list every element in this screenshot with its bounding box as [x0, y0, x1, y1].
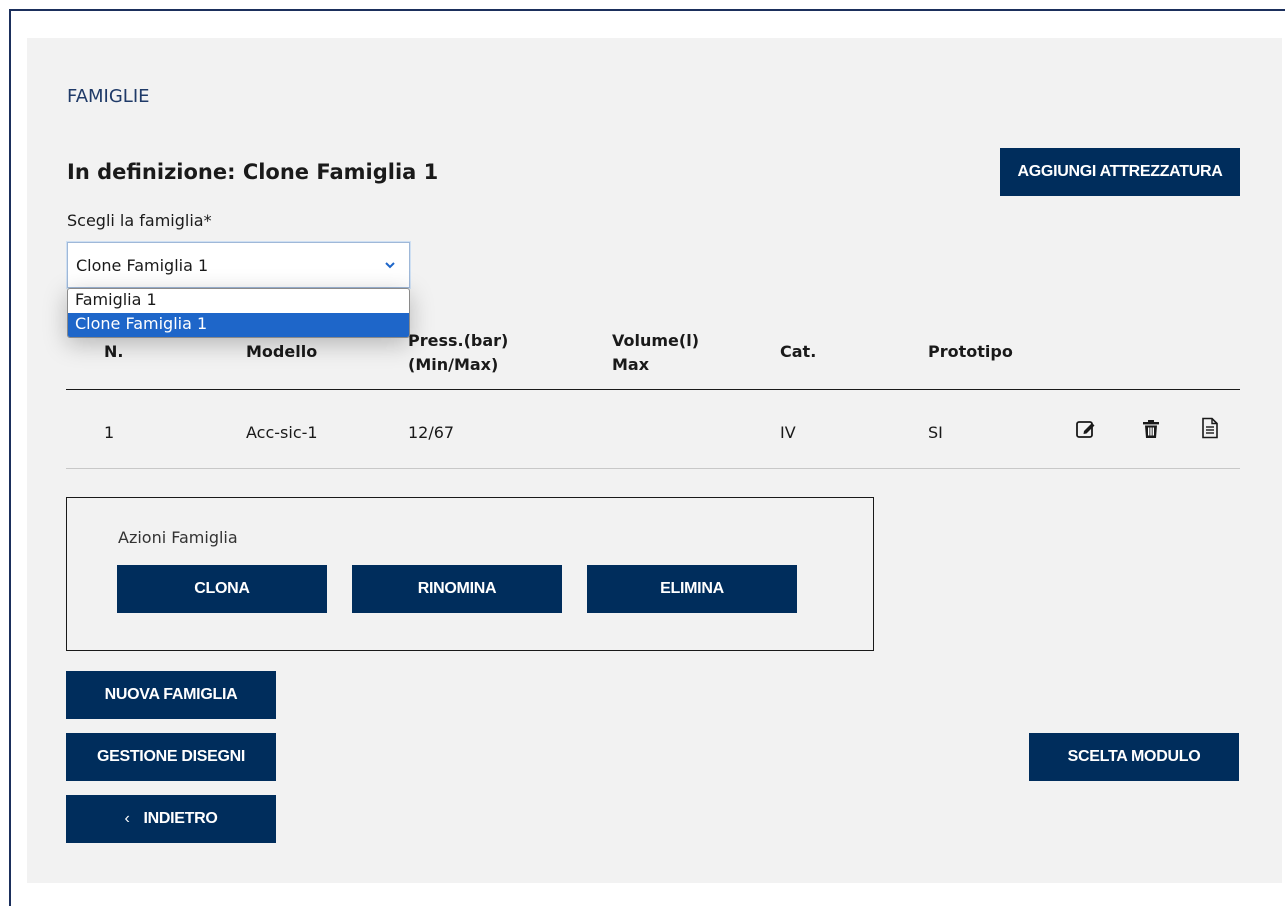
- drawings-management-button[interactable]: GESTIONE DISEGNI: [66, 733, 276, 781]
- definition-title: In definizione: Clone Famiglia 1: [67, 160, 439, 184]
- module-choice-button[interactable]: SCELTA MODULO: [1029, 733, 1239, 781]
- header-volume-line2: Max: [612, 355, 650, 374]
- cell-modello: Acc-sic-1: [246, 423, 318, 442]
- family-dropdown-list: Famiglia 1 Clone Famiglia 1: [67, 288, 410, 338]
- dropdown-option-clone-famiglia-1[interactable]: Clone Famiglia 1: [68, 313, 409, 337]
- header-modello: Modello: [246, 342, 318, 361]
- header-press-line2: (Min/Max): [408, 355, 499, 374]
- cell-press: 12/67: [408, 423, 455, 442]
- dropdown-option-famiglia-1[interactable]: Famiglia 1: [68, 289, 409, 313]
- table-header-divider: [66, 389, 1240, 390]
- edit-icon[interactable]: [1075, 418, 1097, 440]
- chevron-left-icon: ‹: [124, 810, 130, 827]
- trash-icon[interactable]: [1140, 418, 1162, 440]
- back-button-label: INDIETRO: [143, 810, 218, 827]
- family-select-label: Scegli la famiglia*: [67, 211, 212, 230]
- family-select-value: Clone Famiglia 1: [76, 255, 209, 275]
- header-n: N.: [104, 342, 124, 361]
- rename-button[interactable]: RINOMINA: [352, 565, 562, 613]
- delete-button[interactable]: ELIMINA: [587, 565, 797, 613]
- cell-cat: IV: [780, 423, 796, 442]
- document-icon[interactable]: [1199, 417, 1221, 439]
- cell-n: 1: [104, 423, 115, 442]
- section-title: FAMIGLIE: [67, 86, 150, 107]
- cell-prototipo: SI: [928, 423, 943, 442]
- clone-button[interactable]: CLONA: [117, 565, 327, 613]
- header-press-line1: Press.(bar): [408, 331, 509, 350]
- back-button[interactable]: ‹ INDIETRO: [66, 795, 276, 843]
- new-family-button[interactable]: NUOVA FAMIGLIA: [66, 671, 276, 719]
- header-prototipo: Prototipo: [928, 342, 1013, 361]
- family-select[interactable]: Clone Famiglia 1: [67, 242, 410, 288]
- chevron-down-icon: [385, 262, 395, 269]
- family-actions-label: Azioni Famiglia: [118, 528, 238, 547]
- add-equipment-button[interactable]: AGGIUNGI ATTREZZATURA: [1000, 148, 1240, 196]
- table-row-divider: [66, 468, 1240, 469]
- header-volume-line1: Volume(l): [612, 331, 700, 350]
- header-cat: Cat.: [780, 342, 817, 361]
